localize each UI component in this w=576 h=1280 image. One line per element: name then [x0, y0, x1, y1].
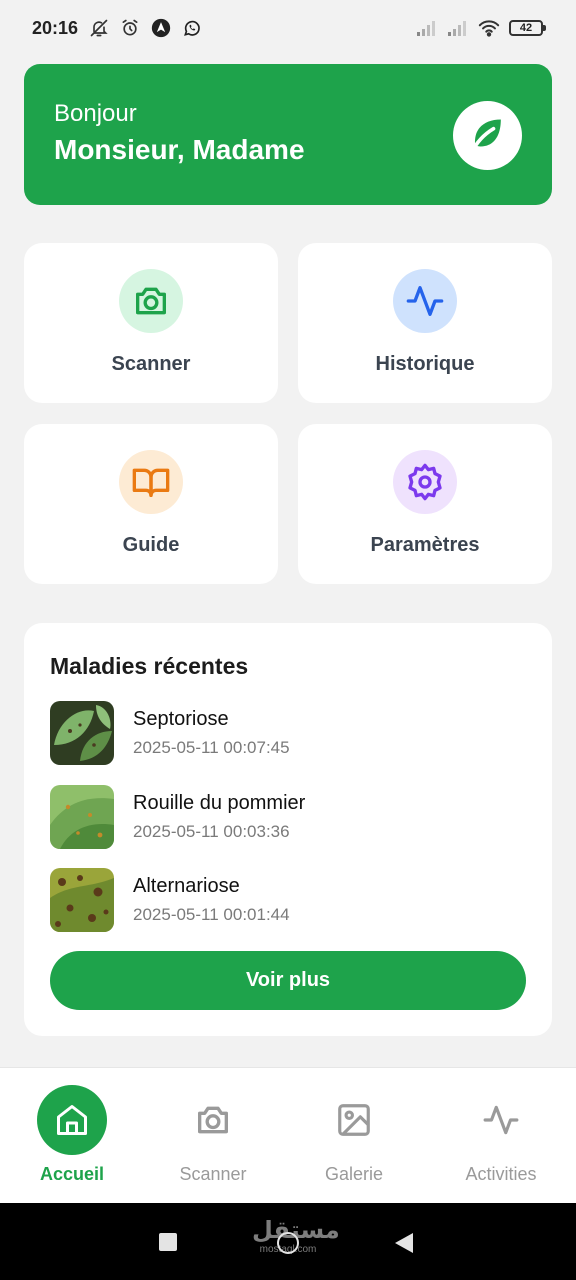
camera-icon — [119, 269, 183, 333]
recent-title: Maladies récentes — [50, 653, 249, 679]
disease-date: 2025-05-11 00:03:36 — [133, 822, 290, 841]
status-time: 20:16 — [32, 17, 79, 38]
tile-guide[interactable]: Guide — [24, 424, 278, 584]
camera-icon — [178, 1085, 248, 1155]
disease-text: Rouille du pommier 2025-05-11 00:03:36 — [133, 792, 305, 842]
tile-label: Historique — [375, 353, 475, 375]
image-icon — [319, 1085, 389, 1155]
tile-label: Scanner — [111, 353, 191, 375]
nav-label: Galerie — [324, 1164, 384, 1184]
leaf-icon — [453, 101, 522, 170]
disease-date: 2025-05-11 00:07:45 — [133, 738, 290, 757]
disease-text: Septoriose 2025-05-11 00:07:45 — [133, 708, 290, 758]
recent-diseases-card: Maladies récentes Septoriose 2025-05-11 … — [24, 623, 552, 1036]
nav-label: Accueil — [39, 1164, 105, 1184]
disease-name: Alternariose — [133, 875, 240, 897]
activity-icon — [393, 269, 457, 333]
home-icon — [37, 1085, 107, 1155]
tile-scanner[interactable]: Scanner — [24, 243, 278, 403]
see-more-button[interactable]: Voir plus — [50, 951, 526, 1010]
disease-thumbnail — [50, 785, 114, 849]
status-icons-left — [88, 17, 203, 39]
tile-historique[interactable]: Historique — [298, 243, 552, 403]
nav-activities[interactable]: Activities — [429, 1068, 573, 1204]
disease-name: Rouille du pommier — [133, 792, 306, 814]
nav-label: Scanner — [179, 1164, 247, 1184]
alarm-icon — [119, 17, 141, 39]
bottom-nav: Accueil Scanner Galerie Activities — [0, 1067, 576, 1203]
nav-scanner[interactable]: Scanner — [141, 1068, 285, 1204]
home-button[interactable] — [277, 1232, 299, 1254]
navigation-app-icon — [150, 17, 172, 39]
wifi-icon — [478, 17, 500, 39]
disease-date: 2025-05-11 00:01:44 — [133, 905, 290, 924]
greeting-card: Bonjour Monsieur, Madame — [24, 64, 552, 205]
disease-item[interactable]: Alternariose 2025-05-11 00:01:44 — [50, 868, 290, 932]
disease-name: Septoriose — [133, 708, 229, 730]
settings-icon — [393, 450, 457, 514]
disease-thumbnail — [50, 868, 114, 932]
greeting-hello: Bonjour — [54, 100, 137, 127]
tile-parametres[interactable]: Paramètres — [298, 424, 552, 584]
battery-tip — [543, 25, 546, 31]
status-icons-right: 42 — [416, 17, 546, 39]
signal-icon — [447, 17, 469, 39]
nav-label: Activities — [465, 1164, 537, 1184]
battery-indicator: 42 — [509, 20, 546, 36]
disease-item[interactable]: Septoriose 2025-05-11 00:07:45 — [50, 701, 290, 765]
tile-label: Paramètres — [370, 534, 480, 556]
back-button[interactable] — [395, 1233, 413, 1253]
activity-icon — [466, 1085, 536, 1155]
book-icon — [119, 450, 183, 514]
system-nav-bar: مستقل mostaql.com — [0, 1203, 576, 1280]
whatsapp-icon — [181, 17, 203, 39]
signal-icon — [416, 17, 438, 39]
disease-text: Alternariose 2025-05-11 00:01:44 — [133, 875, 290, 925]
status-bar: 20:16 42 — [0, 0, 576, 56]
recents-button[interactable] — [159, 1233, 177, 1251]
notifications-off-icon — [88, 17, 110, 39]
nav-galerie[interactable]: Galerie — [282, 1068, 426, 1204]
disease-thumbnail — [50, 701, 114, 765]
greeting-name: Monsieur, Madame — [54, 134, 305, 165]
disease-item[interactable]: Rouille du pommier 2025-05-11 00:03:36 — [50, 785, 305, 849]
battery-level: 42 — [509, 20, 543, 36]
nav-accueil[interactable]: Accueil — [0, 1068, 144, 1204]
tile-label: Guide — [122, 534, 180, 556]
